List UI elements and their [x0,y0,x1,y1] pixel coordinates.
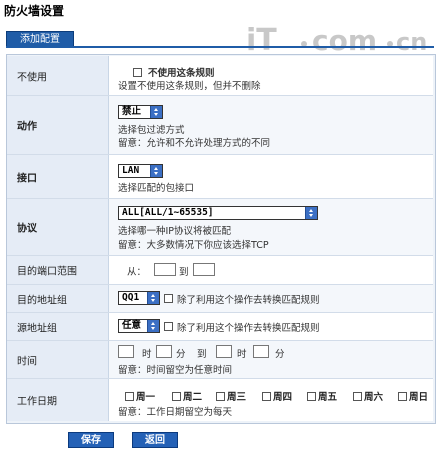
disable-label: 不使用 [17,72,47,83]
port-start-input[interactable] [154,263,176,276]
row-dest-addr: 目的地址组 QQ1 除了利用这个操作去转换匹配规则 [7,285,433,313]
row-protocol: 协议 ALL[ALL/1~65535] 选择哪一种IP协议将被匹配 留意：大多数… [7,199,433,256]
svg-text:com: com [312,24,377,57]
tab-underline [6,46,434,48]
select-arrow-icon [150,106,162,118]
page-title: 防火墙设置 [4,4,65,18]
time-label: 时间 [17,356,37,367]
action-note: 留意：允许和不允许处理方式的不同 [118,138,271,149]
src-addr-except-checkbox[interactable] [164,322,173,331]
day-label: 周五 [318,392,338,403]
row-time: 时间 时 分 到 时 分 留意：时间留空为任意时间 [7,341,433,379]
dest-addr-select-value: QQ1 [122,292,140,303]
dest-addr-except-label: 除了利用这个操作去转换匹配规则 [177,295,320,306]
day-checkbox[interactable] [398,392,407,401]
src-addr-select-value: 任意 [122,320,142,331]
svg-text:cn: cn [396,28,427,56]
interface-hint: 选择匹配的包接口 [118,183,195,194]
day-label: 周一 [136,392,156,403]
day-checkbox[interactable] [353,392,362,401]
day-checkbox[interactable] [216,392,225,401]
end-hour-input[interactable] [216,345,232,358]
action-select[interactable]: 禁止 [118,105,163,119]
start-minute-input[interactable] [156,345,172,358]
action-label: 动作 [17,121,37,133]
end-minute-unit: 分 [275,349,285,360]
day-checkbox[interactable] [172,392,181,401]
day-label: 周四 [273,392,293,403]
dest-addr-except-checkbox[interactable] [164,294,173,303]
disable-hint: 设置不使用这条规则，但并不删除 [118,81,261,92]
start-minute-unit: 分 [176,349,186,360]
protocol-select[interactable]: ALL[ALL/1~65535] [118,206,318,220]
port-range-label: 目的端口范围 [17,266,77,278]
dest-addr-label: 目的地址组 [17,295,67,306]
row-action: 动作 禁止 选择包过滤方式 留意：允许和不允许处理方式的不同 [7,96,433,155]
day-label: 周六 [364,392,384,403]
interface-select-value: LAN [122,165,140,176]
day-checkbox[interactable] [125,392,134,401]
start-hour-unit: 时 [142,349,152,360]
day-label: 周三 [227,392,247,403]
action-hint: 选择包过滤方式 [118,125,185,136]
time-to-label: 到 [197,349,207,360]
day-label: 周二 [183,392,203,403]
save-button[interactable]: 保存 [68,432,114,448]
protocol-select-value: ALL[ALL/1~65535] [122,207,214,218]
src-addr-except-label: 除了利用这个操作去转换匹配规则 [177,323,320,334]
end-minute-input[interactable] [253,345,269,358]
start-hour-input[interactable] [118,345,134,358]
row-label: 不使用 [7,56,109,95]
protocol-hint: 选择哪一种IP协议将被匹配 [118,226,232,237]
disable-checkbox[interactable] [133,68,142,77]
action-select-value: 禁止 [122,106,142,117]
end-hour-unit: 时 [237,349,247,360]
row-port-range: 目的端口范围 从： 到 [7,256,433,285]
src-addr-select[interactable]: 任意 [118,319,160,333]
port-to-label: 到 [179,267,189,278]
select-arrow-icon [305,207,317,219]
row-workdays: 工作日期 周一 周二 周三 周四 周五 周六 周日 留意：工作日期留空为每天 [7,379,433,421]
row-interface: 接口 LAN 选择匹配的包接口 [7,155,433,199]
workdays-hint: 留意：工作日期留空为每天 [118,407,233,418]
src-addr-label: 源地址组 [17,323,57,334]
disable-checkbox-label: 不使用这条规则 [148,68,215,79]
day-label: 周日 [409,392,429,403]
select-arrow-icon [150,165,162,177]
port-from-label: 从： [127,267,147,278]
time-hint: 留意：时间留空为任意时间 [118,365,233,376]
day-checkbox[interactable] [307,392,316,401]
select-arrow-icon [147,320,159,332]
interface-label: 接口 [17,173,37,184]
day-checkbox[interactable] [262,392,271,401]
svg-text:iT: iT [246,24,277,58]
workdays-label: 工作日期 [17,396,57,408]
dest-addr-select[interactable]: QQ1 [118,291,160,305]
port-end-input[interactable] [193,263,215,276]
interface-select[interactable]: LAN [118,164,163,178]
protocol-label: 协议 [17,223,37,235]
back-button[interactable]: 返回 [132,432,178,448]
protocol-note: 留意：大多数情况下你应该选择TCP [118,240,269,251]
row-src-addr: 源地址组 任意 除了利用这个操作去转换匹配规则 [7,313,433,341]
row-disable: 不使用 不使用这条规则 设置不使用这条规则，但并不删除 [7,56,433,96]
select-arrow-icon [147,292,159,304]
